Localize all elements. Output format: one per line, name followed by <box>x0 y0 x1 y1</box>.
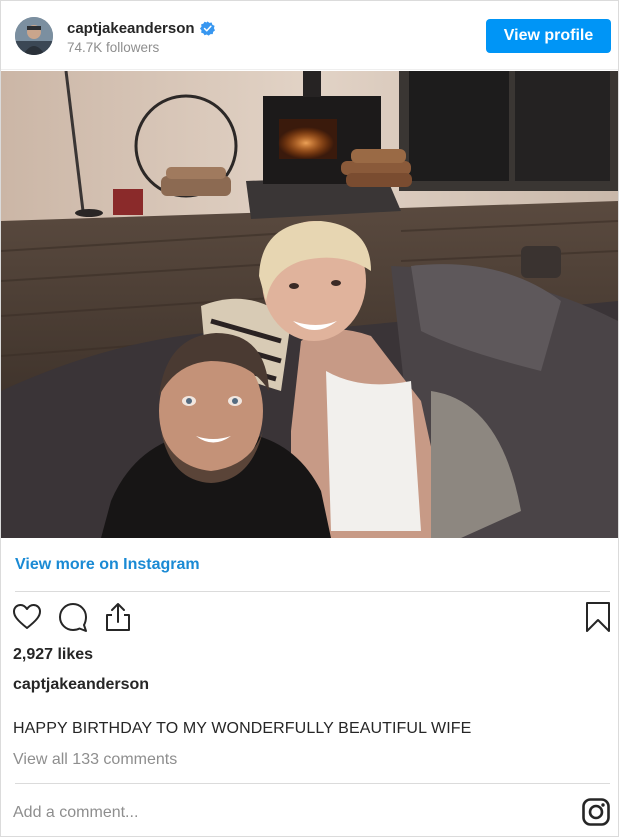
comment-icon[interactable] <box>57 601 89 633</box>
view-all-comments-link[interactable]: View all 133 comments <box>13 751 177 769</box>
verified-badge-icon <box>199 20 215 36</box>
add-comment-input[interactable]: Add a comment... <box>13 804 138 822</box>
divider <box>15 783 610 784</box>
view-profile-button[interactable]: View profile <box>486 19 611 53</box>
view-more-on-instagram-link[interactable]: View more on Instagram <box>15 556 200 574</box>
avatar[interactable] <box>15 17 53 55</box>
divider <box>15 591 610 592</box>
bookmark-icon[interactable] <box>582 601 614 633</box>
caption-username[interactable]: captjakeanderson <box>13 676 149 694</box>
post-header: captjakeanderson 74.7K followers View pr… <box>1 1 618 70</box>
heart-icon[interactable] <box>11 601 43 633</box>
follower-count: 74.7K followers <box>67 40 160 55</box>
share-icon[interactable] <box>102 601 134 633</box>
instagram-embed-card: captjakeanderson 74.7K followers View pr… <box>0 0 619 837</box>
like-count[interactable]: 2,927 likes <box>13 646 93 664</box>
caption-text: HAPPY BIRTHDAY TO MY WONDERFULLY BEAUTIF… <box>13 720 472 737</box>
post-photo[interactable] <box>1 71 618 538</box>
user-block: captjakeanderson 74.7K followers <box>67 18 215 55</box>
instagram-icon[interactable] <box>581 797 611 827</box>
username[interactable]: captjakeanderson <box>67 20 195 37</box>
